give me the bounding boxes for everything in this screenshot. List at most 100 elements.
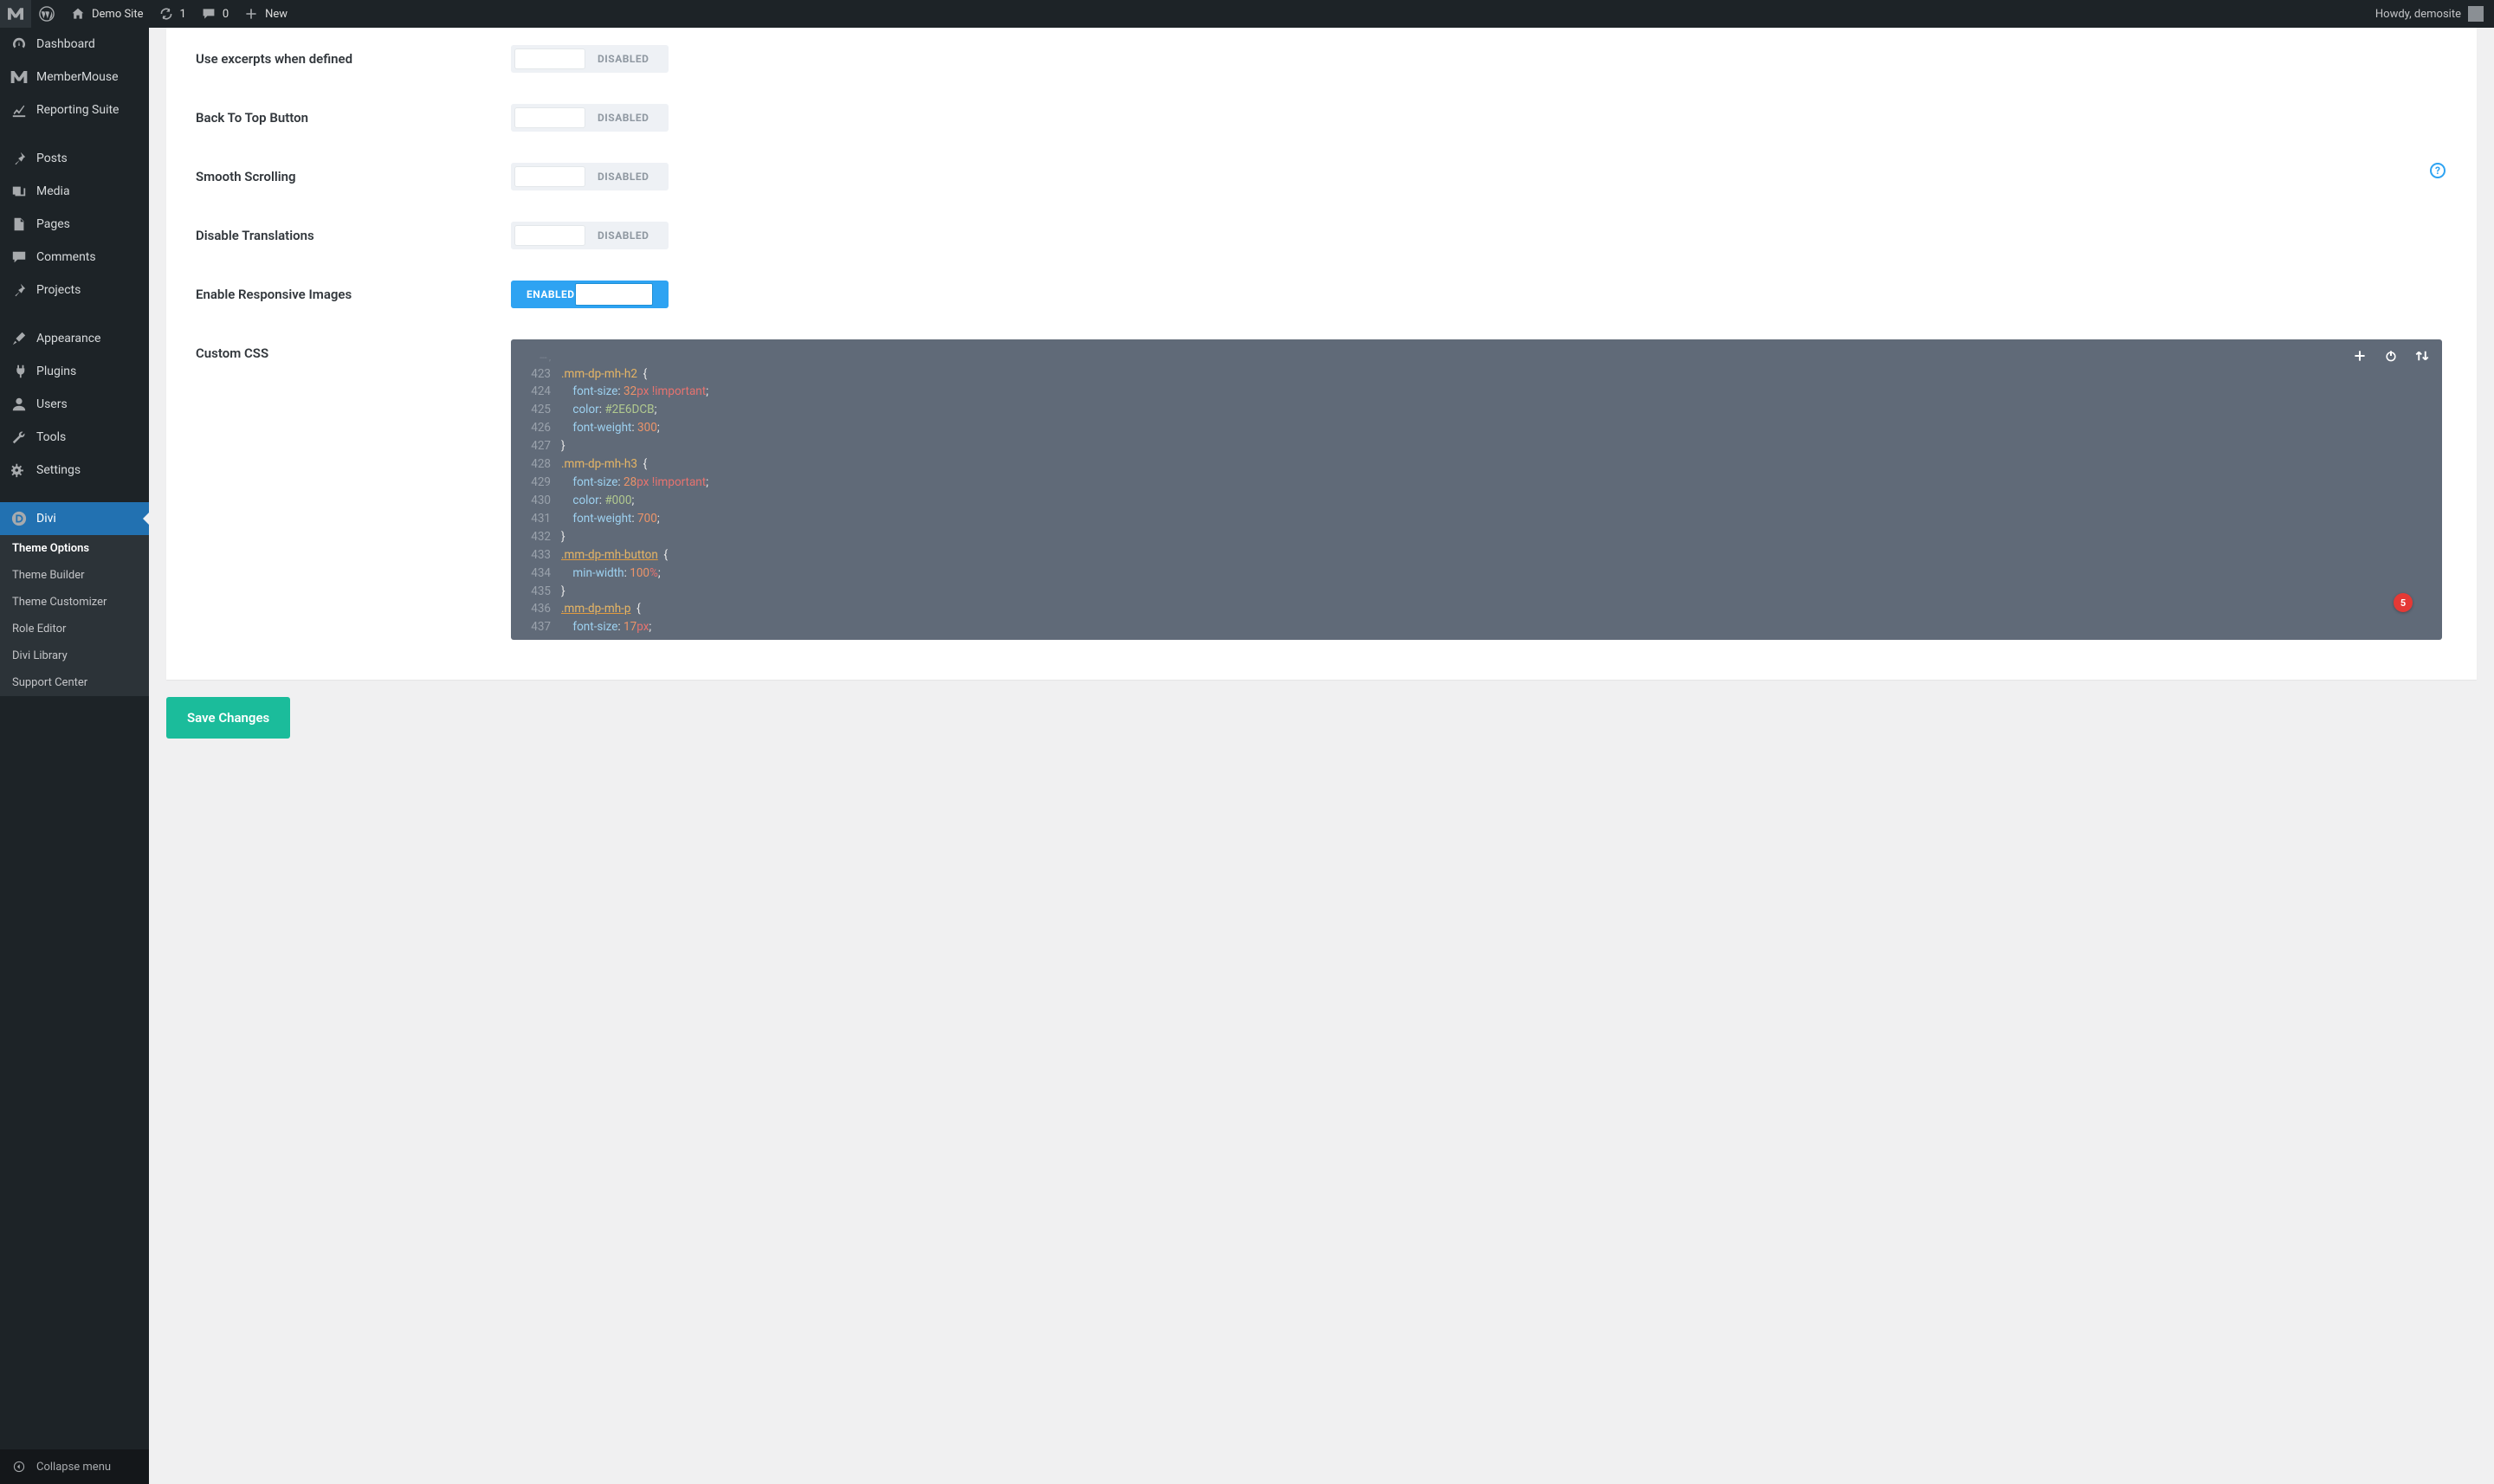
sidebar-item-label: MemberMouse	[36, 70, 119, 84]
adminbar-new[interactable]: New	[236, 0, 294, 28]
sidebar-item-membermouse[interactable]: MemberMouse	[0, 61, 149, 94]
adminbar-site-name: Demo Site	[92, 8, 144, 21]
line-number: 424	[511, 383, 561, 401]
toggle-switch[interactable]: DISABLED	[511, 104, 669, 132]
sidebar-item-reporting-suite[interactable]: Reporting Suite	[0, 94, 149, 126]
sidebar-subitem-support-center[interactable]: Support Center	[0, 669, 149, 696]
line-number: 427	[511, 437, 561, 455]
line-number: 429	[511, 474, 561, 492]
sidebar-item-pages[interactable]: Pages	[0, 208, 149, 241]
wrench-icon	[10, 429, 28, 446]
code-sort-button[interactable]	[2414, 348, 2430, 364]
toggle-knob	[514, 166, 585, 187]
toggle-switch[interactable]: DISABLED	[511, 45, 669, 73]
code-line[interactable]: 437 font-size: 17px;	[511, 618, 2442, 636]
sidebar-item-label: Comments	[36, 250, 96, 264]
sidebar-item-label: Pages	[36, 217, 70, 231]
adminbar-mm-logo[interactable]	[0, 0, 31, 28]
line-number: 425	[511, 401, 561, 419]
sidebar-item-posts[interactable]: Posts	[0, 142, 149, 175]
sidebar-item-plugins[interactable]: Plugins	[0, 355, 149, 388]
toggle-switch[interactable]: DISABLED	[511, 163, 669, 190]
adminbar-comments[interactable]: 0	[193, 0, 236, 28]
adminbar-site-link[interactable]: Demo Site	[62, 0, 151, 28]
sidebar-subitem-theme-customizer[interactable]: Theme Customizer	[0, 589, 149, 616]
code-line[interactable]: 426 font-weight: 300;	[511, 419, 2442, 437]
code-power-button[interactable]	[2383, 348, 2399, 364]
line-number: 435	[511, 583, 561, 601]
sidebar-item-media[interactable]: Media	[0, 175, 149, 208]
option-label: Smooth Scrolling	[196, 163, 511, 184]
code-line[interactable]: 435}	[511, 583, 2442, 601]
sidebar-subitem-theme-builder[interactable]: Theme Builder	[0, 562, 149, 589]
code-line[interactable]: 423.mm-dp-mh-h2 {	[511, 365, 2442, 384]
code-expand-button[interactable]	[2352, 348, 2368, 364]
dashboard-icon	[10, 35, 28, 53]
sidebar-submenu: Theme OptionsTheme BuilderTheme Customiz…	[0, 535, 149, 696]
code-line[interactable]: 429 font-size: 28px !important;	[511, 474, 2442, 492]
avatar-icon	[2468, 6, 2484, 22]
sidebar-item-label: Users	[36, 397, 68, 411]
sidebar-item-divi[interactable]: Divi	[0, 502, 149, 535]
sidebar-item-settings[interactable]: Settings	[0, 454, 149, 487]
code-line[interactable]: 433.mm-dp-mh-button {	[511, 546, 2442, 565]
option-row: Enable Responsive ImagesENABLED	[166, 265, 2477, 324]
option-label: Back To Top Button	[196, 104, 511, 126]
mm-icon	[7, 5, 24, 23]
code-editor-toolbar	[2352, 348, 2430, 364]
plug-icon	[10, 363, 28, 380]
adminbar-howdy: Howdy, demosite	[2375, 8, 2461, 21]
option-row-custom-css: Custom CSS --- ,423.mm-dp-mh-h2 {424 fon…	[166, 324, 2477, 655]
sidebar-item-label: Settings	[36, 463, 81, 477]
settings-icon	[10, 461, 28, 479]
code-line[interactable]: 424 font-size: 32px !important;	[511, 383, 2442, 401]
sidebar-item-tools[interactable]: Tools	[0, 421, 149, 454]
code-line[interactable]: 425 color: #2E6DCB;	[511, 401, 2442, 419]
sidebar-subitem-divi-library[interactable]: Divi Library	[0, 642, 149, 669]
sidebar-item-users[interactable]: Users	[0, 388, 149, 421]
pin-icon	[10, 150, 28, 167]
save-changes-button[interactable]: Save Changes	[166, 697, 290, 739]
code-line[interactable]: 432}	[511, 528, 2442, 546]
home-icon	[69, 5, 87, 23]
help-icon[interactable]: ?	[2430, 163, 2446, 178]
sidebar-item-dashboard[interactable]: Dashboard	[0, 28, 149, 61]
code-line[interactable]: 434 min-width: 100%;	[511, 565, 2442, 583]
option-label: Enable Responsive Images	[196, 281, 511, 302]
line-number: 434	[511, 565, 561, 583]
sidebar-item-projects[interactable]: Projects	[0, 274, 149, 306]
collapse-menu-button[interactable]: Collapse menu	[0, 1449, 149, 1484]
adminbar-wp-logo[interactable]	[31, 0, 62, 28]
toggle-switch[interactable]: DISABLED	[511, 222, 669, 249]
toggle-state-label: DISABLED	[598, 229, 649, 242]
code-line[interactable]: 436.mm-dp-mh-p {	[511, 600, 2442, 618]
toggle-switch[interactable]: ENABLED	[511, 281, 669, 308]
code-line[interactable]: 431 font-weight: 700;	[511, 510, 2442, 528]
adminbar-updates-count: 1	[180, 8, 186, 21]
toggle-state-label: DISABLED	[598, 171, 649, 183]
code-line[interactable]: 427}	[511, 437, 2442, 455]
option-row: Use excerpts when definedDISABLED	[166, 29, 2477, 88]
sidebar-item-appearance[interactable]: Appearance	[0, 322, 149, 355]
sidebar-item-comments[interactable]: Comments	[0, 241, 149, 274]
code-line[interactable]: 430 color: #000;	[511, 492, 2442, 510]
pin-icon	[10, 281, 28, 299]
sidebar-subitem-theme-options[interactable]: Theme Options	[0, 535, 149, 562]
sidebar-item-label: Projects	[36, 283, 81, 297]
code-line[interactable]: 428.mm-dp-mh-h3 {	[511, 455, 2442, 474]
options-panel: Use excerpts when definedDISABLEDBack To…	[166, 28, 2477, 680]
admin-sidebar: Dashboard MemberMouse Reporting Suite Posts…	[0, 28, 149, 1484]
toggle-state-label: ENABLED	[511, 288, 575, 300]
sidebar-subitem-role-editor[interactable]: Role Editor	[0, 616, 149, 642]
custom-css-editor[interactable]: --- ,423.mm-dp-mh-h2 {424 font-size: 32p…	[511, 339, 2442, 640]
line-number: 432	[511, 528, 561, 546]
option-label: Use excerpts when defined	[196, 45, 511, 67]
adminbar-account[interactable]: Howdy, demosite	[2375, 6, 2494, 22]
brush-icon	[10, 330, 28, 347]
adminbar-updates[interactable]: 1	[151, 0, 193, 28]
option-row: Smooth Scrolling DISABLED?	[166, 147, 2477, 206]
sidebar-item-label: Divi	[36, 512, 56, 526]
toggle-knob	[514, 48, 585, 69]
option-label: Custom CSS	[196, 339, 511, 361]
page-icon	[10, 216, 28, 233]
